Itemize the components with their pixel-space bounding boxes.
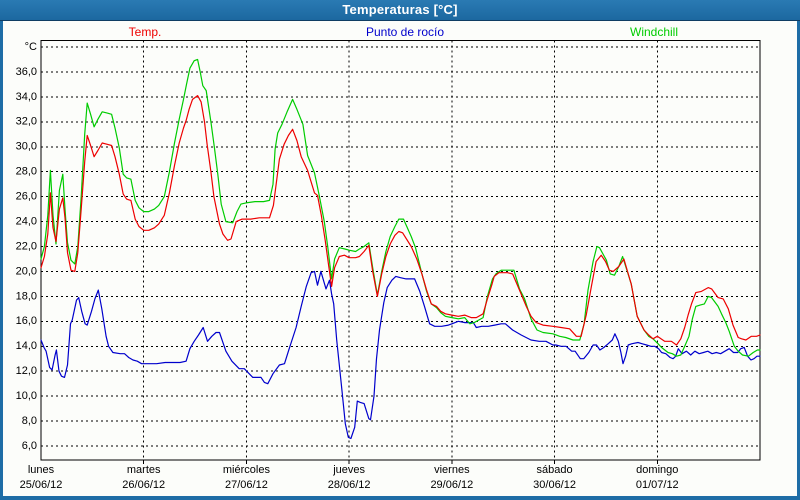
y-tick-label: 30,0 <box>16 141 37 153</box>
y-tick-label: 16,0 <box>16 315 37 327</box>
y-tick-label: 6,0 <box>22 440 37 452</box>
series-windchill-line <box>41 60 760 357</box>
y-tick-label: 20,0 <box>16 265 37 277</box>
window-title: Temperaturas [°C] <box>342 2 457 17</box>
y-tick-label: 24,0 <box>16 215 37 227</box>
day-date-label: 30/06/12 <box>533 479 576 491</box>
y-tick-label: 10,0 <box>16 390 37 402</box>
y-tick-label: 8,0 <box>22 415 37 427</box>
day-name-label: domingo <box>636 464 678 476</box>
y-tick-label: 12,0 <box>16 365 37 377</box>
y-tick-label: 34,0 <box>16 91 37 103</box>
day-date-label: 26/06/12 <box>122 479 165 491</box>
y-tick-label: 36,0 <box>16 66 37 78</box>
day-name-label: martes <box>127 464 161 476</box>
day-date-label: 01/07/12 <box>636 479 679 491</box>
plot-border <box>41 41 760 461</box>
y-tick-label: 28,0 <box>16 166 37 178</box>
chart-area: Temp. Punto de rocío Windchill °C36,034,… <box>3 21 797 496</box>
y-tick-label: 32,0 <box>16 116 37 128</box>
plot-svg: °C 36,0 34,0 32,0 30,0 28,0 26,0 24,0 22,0 20,0 18… <box>3 21 797 496</box>
y-tick-label: 22,0 <box>16 240 37 252</box>
day-name-label: miércoles <box>223 464 271 476</box>
day-name-label: viernes <box>434 464 470 476</box>
title-bar: Temperaturas [°C] <box>0 0 800 21</box>
series-temp-line <box>41 96 760 345</box>
y-tick-label: 18,0 <box>16 290 37 302</box>
y-tick-label: 14,0 <box>16 340 37 352</box>
y-axis-unit-label: °C <box>25 41 37 53</box>
day-name-label: jueves <box>332 464 365 476</box>
y-tick-label: 26,0 <box>16 191 37 203</box>
day-name-label: sábado <box>537 464 573 476</box>
app-window: Temperaturas [°C] Temp. Punto de rocío W… <box>0 0 800 500</box>
day-date-label: 25/06/12 <box>20 479 63 491</box>
day-date-label: 28/06/12 <box>328 479 371 491</box>
day-date-label: 29/06/12 <box>430 479 473 491</box>
day-date-label: 27/06/12 <box>225 479 268 491</box>
day-name-label: lunes <box>28 464 55 476</box>
